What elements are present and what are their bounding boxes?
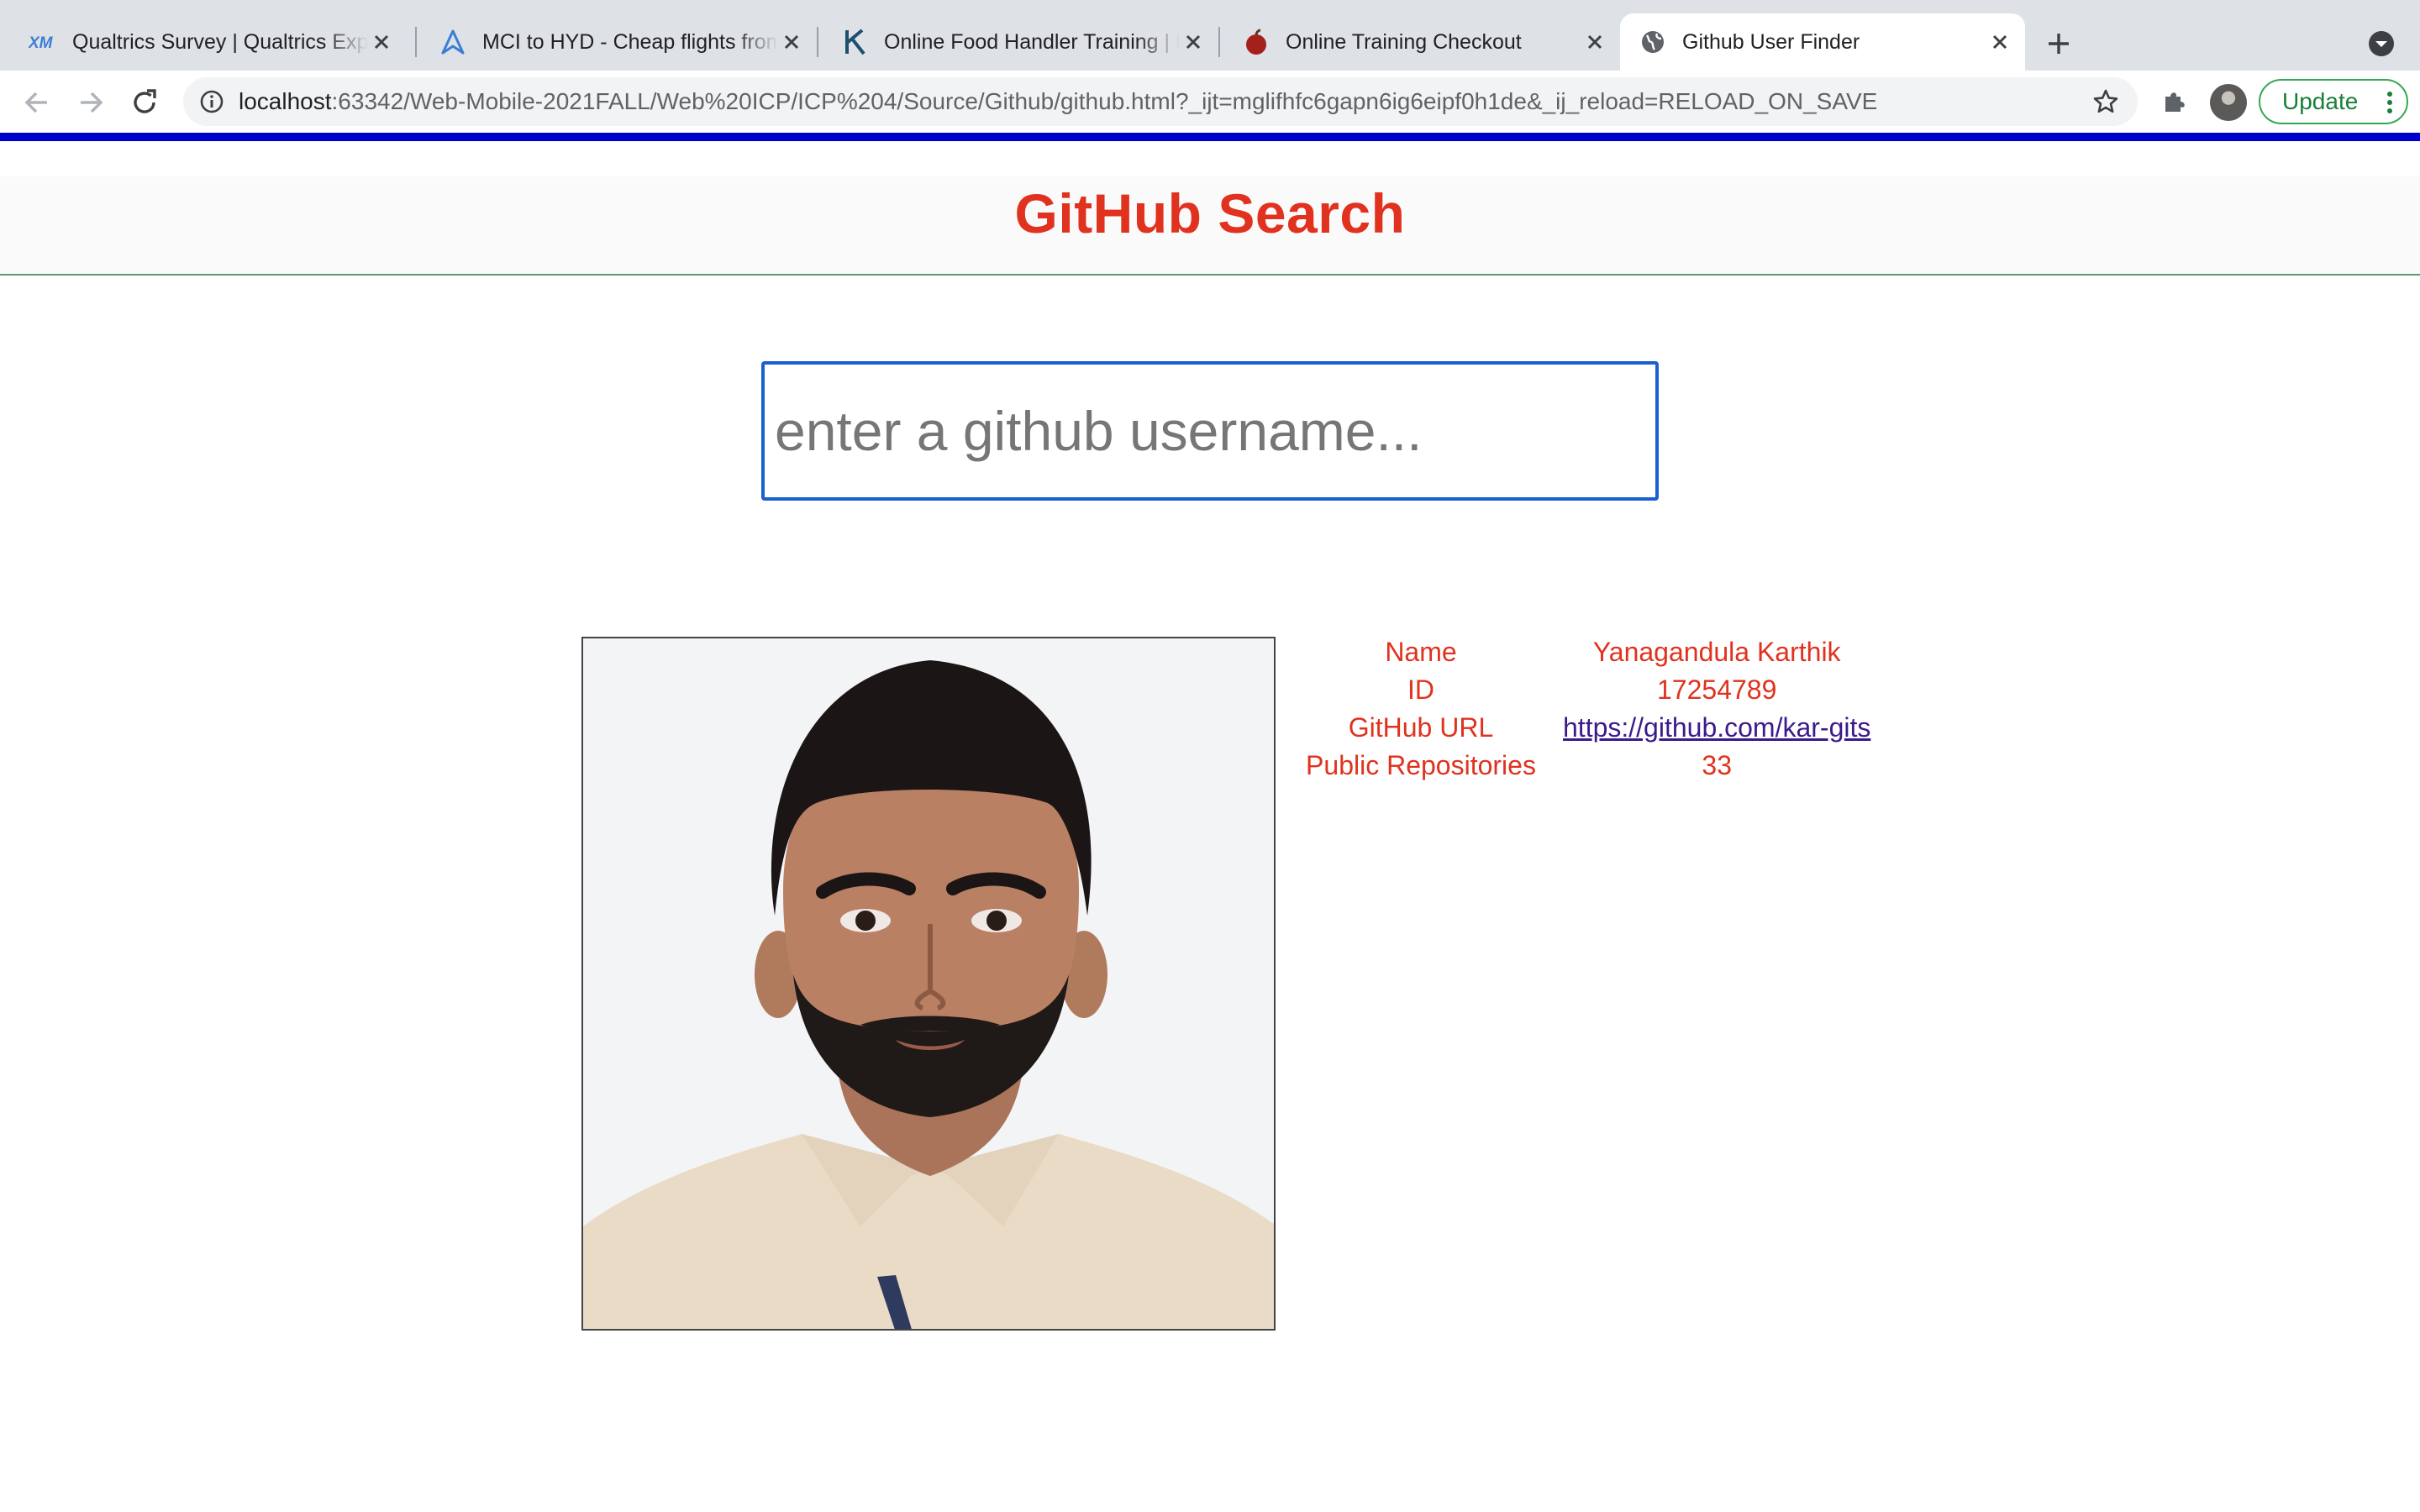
id-label: ID <box>1407 675 1434 705</box>
top-accent-stripe <box>0 133 2420 141</box>
tab-github-user-finder[interactable]: Github User Finder <box>1620 13 2025 71</box>
id-value: 17254789 <box>1657 675 1777 705</box>
browser-toolbar: localhost:63342/Web-Mobile-2021FALL/Web%… <box>0 71 2420 133</box>
svg-text:XM: XM <box>29 34 54 50</box>
url-host: localhost <box>239 88 332 114</box>
tab-strip: XM Qualtrics Survey | Qualtrics Experien… <box>0 0 2420 71</box>
qualtrics-xm-icon: XM <box>29 28 57 56</box>
reload-icon <box>134 89 156 113</box>
apple-icon <box>1242 28 1270 56</box>
table-row: ID 17254789 <box>1287 671 1876 709</box>
tab-flights[interactable]: MCI to HYD - Cheap flights from Kansas C… <box>420 13 817 71</box>
plus-icon <box>2049 34 2069 54</box>
close-icon[interactable] <box>1581 29 1608 55</box>
tab-separator <box>415 27 417 57</box>
tab-search-button[interactable] <box>2366 29 2396 59</box>
table-row: Public Repositories 33 <box>1287 747 1876 785</box>
tab-separator <box>1218 27 1220 57</box>
tab-qualtrics[interactable]: XM Qualtrics Survey | Qualtrics Experien… <box>10 13 407 71</box>
github-username-input[interactable] <box>761 361 1659 501</box>
user-info-table: Name Yanagandula Karthik ID 17254789 Git… <box>1284 633 1879 785</box>
tab-title: Online Food Handler Training | Food Safe… <box>884 29 1180 54</box>
reload-button[interactable] <box>128 86 161 119</box>
bookmark-star-icon[interactable] <box>2091 87 2121 117</box>
tab-separator <box>817 27 818 57</box>
github-profile-link[interactable]: https://github.com/kar-gits <box>1563 712 1870 743</box>
extensions-puzzle-icon[interactable] <box>2158 86 2191 119</box>
k-logo-icon <box>840 28 869 56</box>
close-icon[interactable] <box>778 29 805 55</box>
table-row: GitHub URL https://github.com/kar-gits <box>1287 709 1876 747</box>
public-repos-value: 33 <box>1702 750 1732 780</box>
page-title: GitHub Search <box>1014 182 1406 244</box>
name-label: Name <box>1385 637 1457 667</box>
info-icon[interactable] <box>198 88 225 115</box>
name-value: Yanagandula Karthik <box>1592 637 1841 667</box>
tab-title: Github User Finder <box>1682 29 1860 54</box>
address-url[interactable]: localhost:63342/Web-Mobile-2021FALL/Web%… <box>239 88 2091 115</box>
globe-icon <box>1639 28 1667 56</box>
update-button[interactable]: Update <box>2259 79 2408 124</box>
new-tab-button[interactable] <box>2040 25 2077 62</box>
github-url-cell: https://github.com/kar-gits <box>1558 709 1876 747</box>
tab-food-handler[interactable]: Online Food Handler Training | Food Safe… <box>822 13 1218 71</box>
update-label: Update <box>2282 88 2359 114</box>
table-row: Name Yanagandula Karthik <box>1287 633 1876 671</box>
tab-title: MCI to HYD - Cheap flights from Kansas C… <box>482 29 778 54</box>
close-icon[interactable] <box>1986 29 2013 55</box>
flight-deals-icon <box>439 28 467 56</box>
close-icon[interactable] <box>368 29 395 55</box>
close-icon[interactable] <box>1180 29 1207 55</box>
chevron-down-circle-icon <box>2369 31 2394 56</box>
arrow-left-icon <box>24 92 47 113</box>
url-path: :63342/Web-Mobile-2021FALL/Web%20ICP/ICP… <box>331 88 1878 114</box>
profile-avatar[interactable] <box>2210 84 2247 121</box>
tab-checkout[interactable]: Online Training Checkout <box>1223 13 1620 71</box>
more-vert-icon <box>2387 92 2392 113</box>
tab-title: Online Training Checkout <box>1286 29 1522 54</box>
tab-title: Qualtrics Survey | Qualtrics Experience … <box>72 29 368 54</box>
arrow-right-icon <box>81 92 103 113</box>
github-url-label: GitHub URL <box>1348 712 1494 743</box>
public-repos-label: Public Repositories <box>1306 750 1536 780</box>
address-bar[interactable]: localhost:63342/Web-Mobile-2021FALL/Web%… <box>183 77 2138 126</box>
back-button[interactable] <box>20 86 54 119</box>
page-header: GitHub Search <box>0 176 2420 276</box>
page-content: GitHub Search enter a github username...… <box>0 133 2420 1512</box>
forward-button[interactable] <box>74 86 108 119</box>
user-avatar-photo <box>581 637 1276 1331</box>
person-portrait-illustration <box>583 638 1274 1329</box>
